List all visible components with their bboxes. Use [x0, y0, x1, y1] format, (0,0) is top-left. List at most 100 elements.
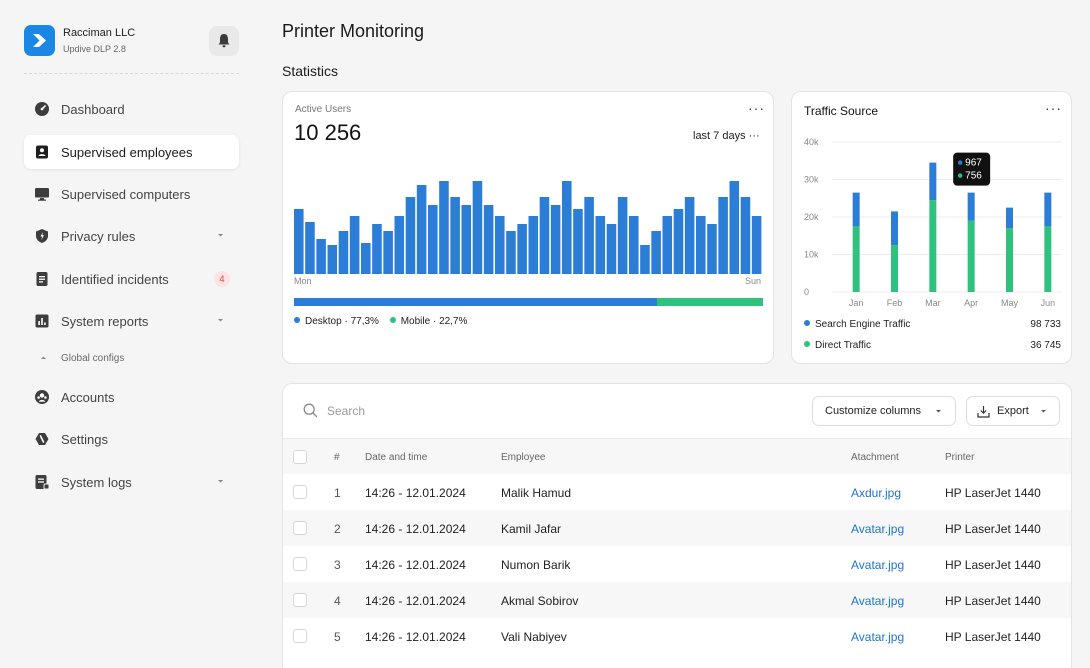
row-checkbox[interactable]	[293, 485, 307, 499]
tooltip-search-value: 967	[965, 158, 982, 169]
active-users-bar	[372, 224, 382, 274]
x-axis-start-label: Mon	[294, 276, 312, 286]
device-share-bar	[294, 298, 763, 306]
active-users-bar	[751, 216, 762, 274]
active-users-bar	[640, 245, 650, 274]
direct-traffic-bar	[929, 200, 937, 292]
active-users-bar	[428, 205, 438, 274]
search-input[interactable]	[327, 402, 627, 420]
active-users-bar	[327, 245, 338, 274]
row-attachment-link[interactable]: Avatar.jpg	[851, 630, 904, 644]
export-button[interactable]: Export	[966, 396, 1060, 426]
table-row[interactable]: 1 14:26 - 12.01.2024 Malik Hamud Axdur.j…	[283, 474, 1071, 510]
row-number: 5	[334, 630, 341, 644]
active-users-bar	[673, 209, 684, 274]
active-users-bar	[461, 205, 472, 274]
sidebar-item-privacy-rules[interactable]: Privacy rules	[24, 219, 239, 253]
chevron-down-icon	[218, 480, 223, 483]
more-options-icon[interactable]: ···	[1045, 100, 1062, 116]
x-tick-label: May	[1001, 298, 1019, 308]
row-checkbox[interactable]	[293, 629, 307, 643]
x-tick-label: Feb	[887, 298, 903, 308]
x-tick-label: Mar	[925, 298, 941, 308]
sidebar-item-system-logs[interactable]: System logs	[24, 465, 239, 499]
column-header-printer[interactable]: Printer	[945, 452, 974, 463]
legend-desktop-label: Desktop · 77,3%	[305, 316, 379, 327]
brand-logo	[24, 25, 55, 56]
customize-columns-button[interactable]: Customize columns	[812, 396, 956, 426]
row-date: 14:26 - 12.01.2024	[365, 558, 466, 572]
sidebar-item-identified-incidents[interactable]: Identified incidents 4	[24, 262, 239, 296]
table-row[interactable]: 2 14:26 - 12.01.2024 Kamil Jafar Avatar.…	[283, 510, 1071, 546]
active-users-bar	[651, 231, 661, 274]
active-users-bar	[707, 224, 717, 274]
export-label: Export	[997, 405, 1029, 417]
row-attachment-link[interactable]: Avatar.jpg	[851, 522, 904, 536]
row-printer: HP LaserJet 1440	[945, 522, 1041, 536]
row-checkbox[interactable]	[293, 593, 307, 607]
active-users-bar	[416, 185, 427, 274]
x-axis-end-label: Sun	[745, 276, 762, 286]
column-header-attachment[interactable]: Atachment	[851, 452, 899, 463]
active-users-bar	[740, 197, 751, 274]
active-users-bar-chart	[294, 181, 762, 274]
settings-icon	[35, 433, 49, 445]
row-employee: Kamil Jafar	[501, 522, 562, 536]
legend-mobile-label: Mobile · 22,7%	[400, 316, 468, 327]
shield-icon	[36, 229, 48, 243]
table-row[interactable]: 3 14:26 - 12.01.2024 Numon Barik Avatar.…	[283, 546, 1071, 582]
row-date: 14:26 - 12.01.2024	[365, 630, 466, 644]
row-checkbox[interactable]	[293, 521, 307, 535]
search-traffic-bar	[929, 162, 937, 201]
sidebar-item-supervised-computers[interactable]: Supervised computers	[24, 177, 239, 211]
period-selector[interactable]: last 7 days ···	[693, 130, 760, 142]
legend-search-label: Search Engine Traffic	[815, 319, 911, 330]
sidebar-item-system-reports[interactable]: System reports	[24, 304, 239, 338]
column-header-employee[interactable]: Employee	[501, 452, 545, 463]
chevron-down-icon	[218, 234, 223, 237]
direct-traffic-bar	[891, 245, 898, 292]
active-users-bar	[472, 181, 483, 274]
column-header-date[interactable]: Date and time	[365, 452, 427, 463]
section-title: Statistics	[282, 63, 339, 79]
sidebar-item-label: Identified incidents	[61, 272, 169, 287]
active-users-bar	[405, 197, 416, 274]
row-checkbox[interactable]	[293, 557, 307, 571]
search-traffic-bar	[891, 211, 898, 246]
sidebar-item-dashboard[interactable]: Dashboard	[24, 92, 239, 126]
search-traffic-bar	[1006, 207, 1013, 229]
select-all-checkbox[interactable]	[293, 450, 307, 464]
chevron-down-icon	[1041, 410, 1046, 413]
y-tick-label: 0	[804, 287, 809, 297]
legend-dot	[804, 341, 810, 347]
table-header: # Date and time Employee Atachment Print…	[283, 438, 1071, 474]
notifications-button[interactable]	[209, 26, 239, 56]
sidebar-item-label: System logs	[61, 475, 132, 490]
y-tick-label: 30k	[804, 175, 819, 185]
active-users-card: Active Users 10 256 ··· last 7 days ··· …	[282, 91, 774, 364]
download-icon	[977, 406, 990, 418]
sidebar-item-supervised-employees[interactable]: Supervised employees	[24, 135, 239, 169]
direct-traffic-bar	[1006, 228, 1013, 292]
sidebar-item-accounts[interactable]: Accounts	[24, 380, 239, 414]
sidebar-item-global-configs[interactable]: Global configs	[24, 349, 239, 369]
row-attachment-link[interactable]: Avatar.jpg	[851, 594, 904, 608]
row-attachment-link[interactable]: Axdur.jpg	[851, 486, 901, 500]
active-users-bar	[349, 216, 360, 274]
legend-search-value: 98 733	[1030, 319, 1061, 330]
row-printer: HP LaserJet 1440	[945, 630, 1041, 644]
chevron-up-icon	[41, 356, 46, 359]
active-users-bar	[506, 231, 516, 274]
document-icon	[36, 272, 48, 286]
active-users-value: 10 256	[294, 120, 362, 145]
active-users-bar	[729, 181, 740, 274]
row-attachment-link[interactable]: Avatar.jpg	[851, 558, 904, 572]
sidebar-item-settings[interactable]: Settings	[24, 422, 239, 456]
row-employee: Malik Hamud	[501, 486, 572, 500]
table-row[interactable]: 4 14:26 - 12.01.2024 Akmal Sobirov Avata…	[283, 582, 1071, 618]
row-number: 1	[334, 486, 341, 500]
row-date: 14:26 - 12.01.2024	[365, 522, 466, 536]
more-options-icon[interactable]: ···	[748, 100, 765, 116]
table-row[interactable]: 5 14:26 - 12.01.2024 Vali Nabiyev Avatar…	[283, 618, 1071, 654]
x-tick-label: Apr	[964, 298, 978, 308]
